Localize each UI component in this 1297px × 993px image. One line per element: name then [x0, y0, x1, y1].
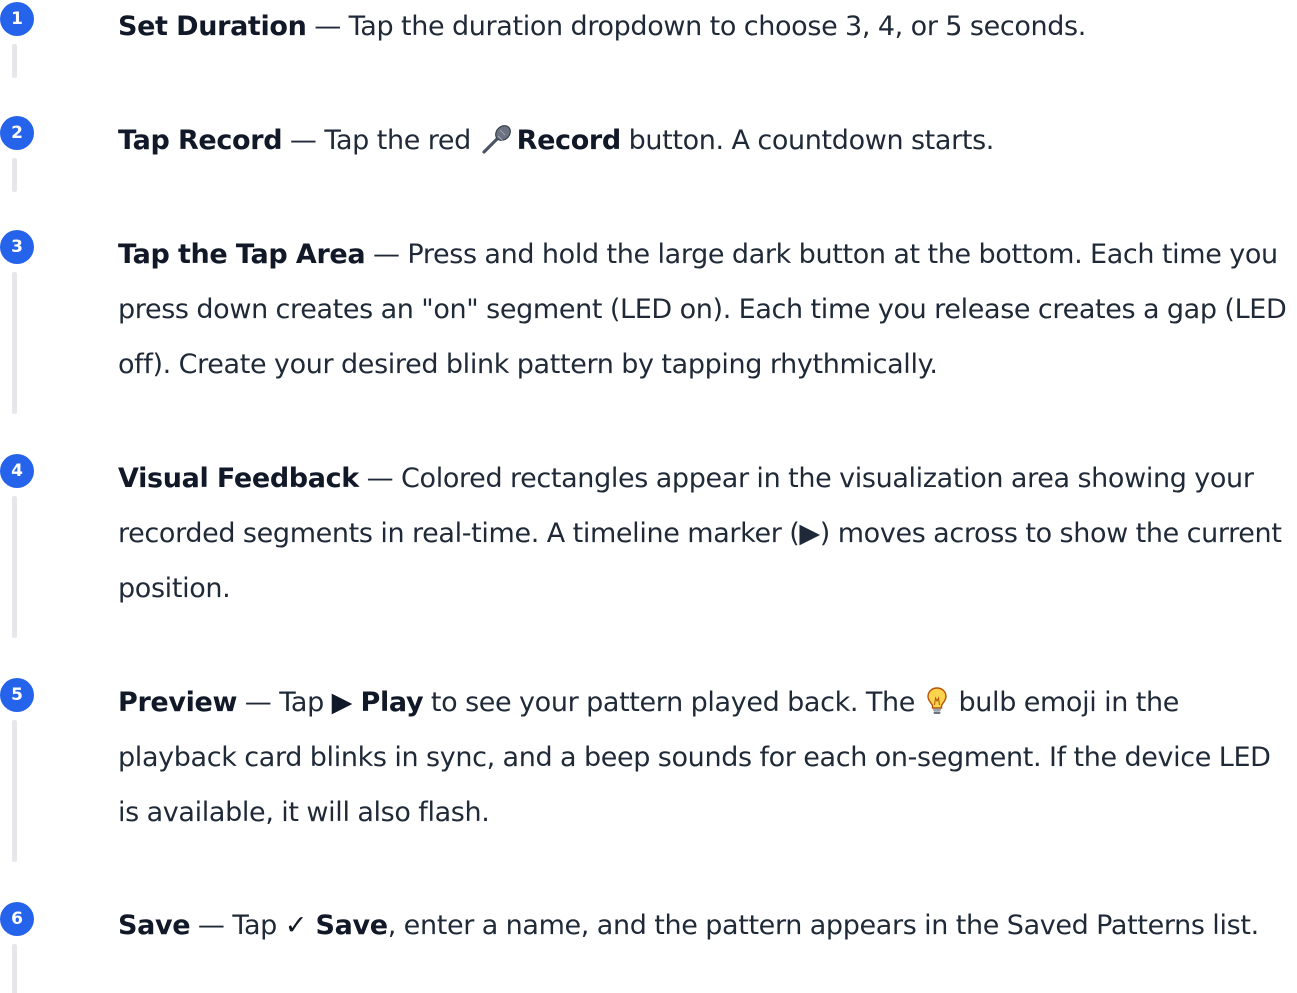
- step-rail: [12, 496, 17, 638]
- step-rail: [12, 720, 17, 862]
- step-title: Tap the Tap Area: [118, 239, 366, 270]
- step-text: Save — Tap ✓ Save, enter a name, and the…: [118, 910, 1259, 941]
- step-rail: [12, 44, 17, 78]
- step-title: Visual Feedback: [118, 463, 359, 494]
- step-rail: [12, 158, 17, 192]
- step-number-badge: 2: [0, 116, 34, 150]
- step-title: Set Duration: [118, 11, 307, 42]
- step-number-badge: 3: [0, 230, 34, 264]
- step-number-badge: 6: [0, 902, 34, 936]
- step-text: Tap the Tap Area — Press and hold the la…: [118, 239, 1287, 380]
- step-title: Tap Record: [118, 125, 283, 156]
- steps-list: 1 Set Duration — Tap the duration dropdo…: [0, 0, 1297, 993]
- step-text: Visual Feedback — Colored rectangles app…: [118, 463, 1282, 604]
- save-label: ✓ Save: [284, 910, 388, 941]
- step-rail: [12, 272, 17, 414]
- step-title: Preview: [118, 687, 238, 718]
- play-label: ▶ Play: [331, 687, 424, 718]
- step-text: Tap Record — Tap the red Record button. …: [118, 113, 1288, 168]
- step-number-badge: 5: [0, 678, 34, 712]
- microphone-icon: [482, 125, 511, 154]
- step-text: Preview — Tap ▶ Play to see your pattern…: [118, 687, 1271, 828]
- step-description: Tap the duration dropdown to choose 3, 4…: [348, 11, 1087, 42]
- step-rail: [12, 944, 17, 993]
- step-text: Set Duration — Tap the duration dropdown…: [118, 11, 1087, 42]
- step-number-badge: 4: [0, 454, 34, 488]
- step-title: Save: [118, 910, 191, 941]
- step-number-badge: 1: [0, 2, 34, 36]
- record-label: Record: [516, 125, 622, 156]
- light-bulb-icon: [927, 687, 947, 714]
